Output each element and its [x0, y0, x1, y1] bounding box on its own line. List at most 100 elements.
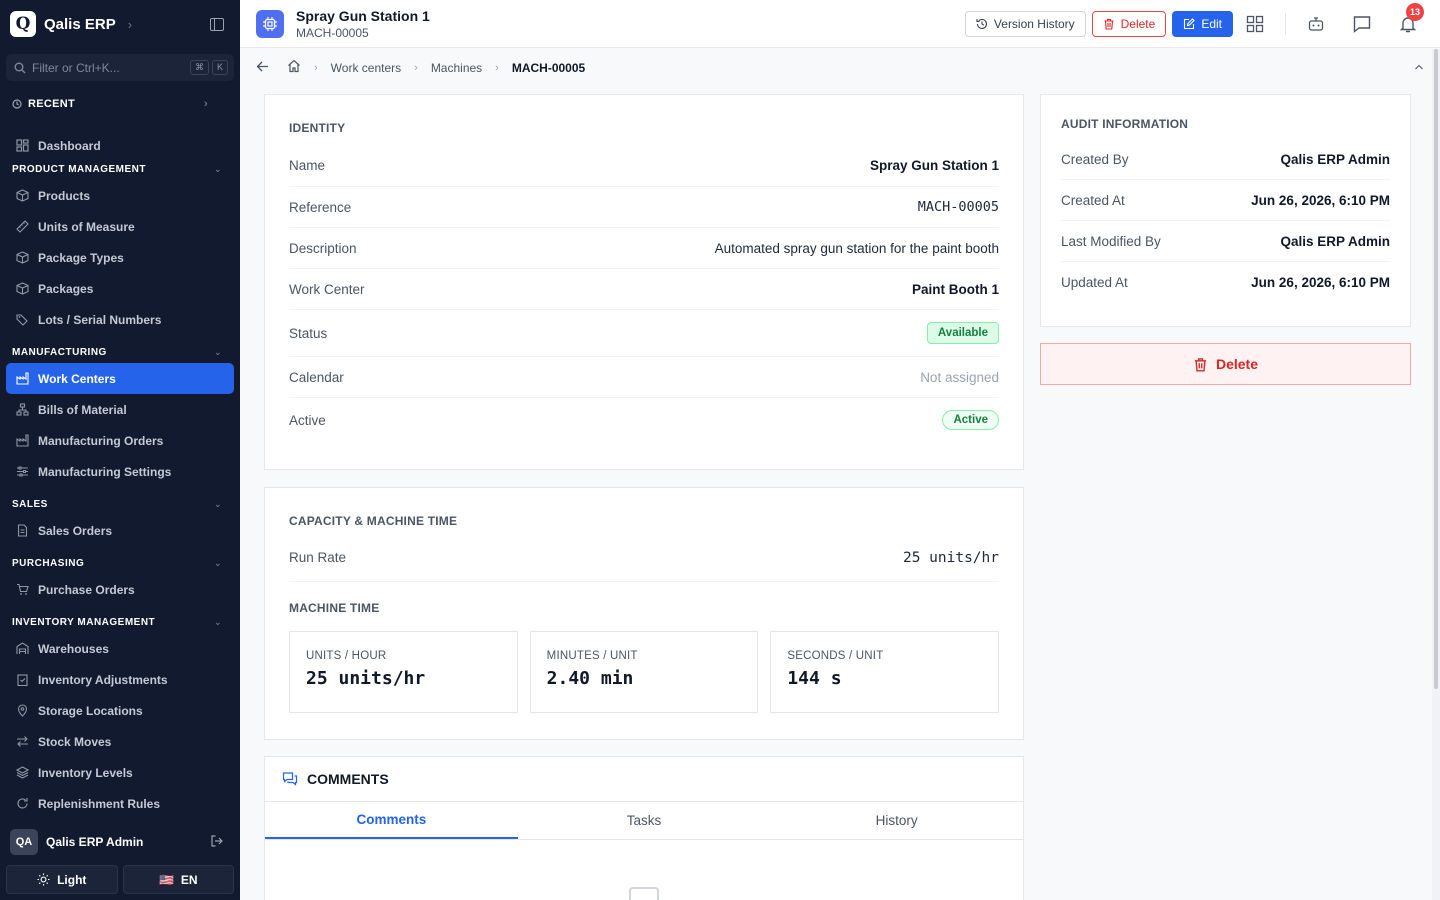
sidebar-item-purchase-orders[interactable]: Purchase Orders	[6, 574, 234, 605]
dashboard-icon	[15, 139, 29, 153]
field-label: Status	[289, 325, 328, 341]
sidebar-item-label: Dashboard	[38, 138, 101, 153]
audit-card: AUDIT INFORMATION Created By Qalis ERP A…	[1040, 94, 1411, 327]
bot-icon[interactable]	[1300, 8, 1332, 40]
box-icon	[15, 251, 29, 265]
sidebar-item-sales-orders[interactable]: Sales Orders	[6, 515, 234, 546]
sidebar-item-bills-of-material[interactable]: Bills of Material	[6, 394, 234, 425]
identity-card: IDENTITY Name Spray Gun Station 1 Refere…	[264, 94, 1024, 470]
search-input[interactable]: Filter or Ctrl+K... ⌘ K	[6, 54, 234, 81]
recent-toggle[interactable]: RECENT ›	[0, 90, 240, 118]
notifications-button[interactable]: 13	[1392, 2, 1424, 40]
tab-comments[interactable]: Comments	[265, 802, 518, 839]
sidebar-item-replenishment-rules[interactable]: Replenishment Rules	[6, 788, 234, 819]
logout-icon[interactable]	[210, 834, 224, 851]
sidebar-item-storage-locations[interactable]: Storage Locations	[6, 695, 234, 726]
section-purchasing[interactable]: PURCHASING ⌄	[0, 552, 240, 574]
chevron-down-icon: ⌄	[213, 498, 222, 509]
delete-record-button[interactable]: Delete	[1040, 343, 1411, 385]
sidebar-item-inventory-levels[interactable]: Inventory Levels	[6, 757, 234, 788]
section-manufacturing[interactable]: MANUFACTURING ⌄	[0, 341, 240, 363]
edit-button[interactable]: Edit	[1172, 10, 1233, 37]
field-value: Qalis ERP Admin	[1280, 151, 1390, 167]
page-scrollbar[interactable]	[1432, 49, 1440, 900]
sidebar-item-stock-moves[interactable]: Stock Moves	[6, 726, 234, 757]
chevron-up-icon[interactable]	[1414, 61, 1424, 75]
notification-count-badge: 13	[1406, 2, 1424, 21]
home-icon[interactable]	[287, 59, 301, 76]
section-sales[interactable]: SALES ⌄	[0, 493, 240, 515]
sidebar-item-units-of-measure[interactable]: Units of Measure	[6, 211, 234, 242]
sidebar-item-manufacturing-orders[interactable]: Manufacturing Orders	[6, 425, 234, 456]
sidebar-item-inventory-adjustments[interactable]: Inventory Adjustments	[6, 664, 234, 695]
comments-tabs: Comments Tasks History	[265, 802, 1023, 840]
sidebar-item-lots-serial-numbers[interactable]: Lots / Serial Numbers	[6, 304, 234, 335]
theme-toggle-button[interactable]: Light	[6, 865, 118, 894]
version-history-button[interactable]: Version History	[964, 10, 1086, 37]
chat-icon[interactable]	[1346, 8, 1378, 40]
chevron-down-icon: ⌄	[213, 163, 222, 174]
section-title: SALES	[12, 498, 48, 510]
comments-icon	[282, 772, 298, 786]
tab-history[interactable]: History	[770, 802, 1023, 839]
breadcrumb-machines[interactable]: Machines	[431, 61, 482, 75]
metric-units-per-hour: UNITS / HOUR 25 units/hr	[289, 631, 518, 713]
sidebar-item-products[interactable]: Products	[6, 180, 234, 211]
tab-tasks[interactable]: Tasks	[518, 802, 771, 839]
field-label: Name	[289, 158, 326, 173]
refresh-icon	[15, 797, 29, 811]
sidebar-item-package-types[interactable]: Package Types	[6, 242, 234, 273]
box-icon	[15, 282, 29, 296]
history-icon	[976, 18, 987, 29]
page-title: Spray Gun Station 1	[296, 7, 430, 24]
field-label: Reference	[289, 199, 352, 215]
sidebar-item-label: Packages	[38, 281, 94, 296]
field-value: Spray Gun Station 1	[869, 158, 999, 173]
field-label: Description	[289, 240, 357, 256]
breadcrumb-separator: ›	[314, 61, 318, 74]
us-flag-icon: 🇺🇸	[158, 872, 174, 887]
map-pin-icon	[15, 704, 29, 718]
sidebar-item-warehouses[interactable]: Warehouses	[6, 633, 234, 664]
field-created-by: Created By Qalis ERP Admin	[1061, 139, 1390, 180]
sidebar-item-dashboard[interactable]: Dashboard	[6, 130, 234, 161]
sidebar-item-label: Work Centers	[38, 371, 116, 386]
work-center-link[interactable]: Paint Booth 1	[912, 282, 999, 297]
recent-label: RECENT	[28, 98, 76, 110]
sidebar-item-manufacturing-settings[interactable]: Manufacturing Settings	[6, 456, 234, 487]
apps-grid-icon[interactable]	[1239, 8, 1271, 40]
section-inventory-management[interactable]: INVENTORY MANAGEMENT ⌄	[0, 611, 240, 633]
breadcrumb-work-centers[interactable]: Work centers	[331, 61, 401, 75]
sidebar-item-label: Storage Locations	[38, 703, 143, 718]
brand-name[interactable]: Qalis ERP	[44, 16, 116, 33]
search-placeholder: Filter or Ctrl+K...	[32, 60, 120, 75]
sidebar-item-work-centers[interactable]: Work Centers	[6, 363, 234, 394]
back-arrow-icon[interactable]	[256, 60, 269, 76]
user-profile[interactable]: QA Qalis ERP Admin	[0, 825, 240, 859]
sidebar-item-packages[interactable]: Packages	[6, 273, 234, 304]
brand-header: Q Qalis ERP ›	[0, 0, 240, 48]
edit-icon	[1184, 17, 1196, 29]
machine-time-metrics: UNITS / HOUR 25 units/hr MINUTES / UNIT …	[289, 631, 1000, 713]
capacity-section-title: CAPACITY & MACHINE TIME	[289, 514, 458, 528]
field-updated-at: Updated At Jun 26, 2026, 6:10 PM	[1061, 262, 1390, 303]
sidebar-item-label: Purchase Orders	[38, 582, 135, 597]
language-button[interactable]: 🇺🇸 EN	[122, 865, 234, 894]
field-label: Last Modified By	[1061, 233, 1161, 249]
brand-logo[interactable]: Q	[10, 11, 36, 37]
scrollbar-thumb[interactable]	[1434, 49, 1438, 689]
field-last-modified-by: Last Modified By Qalis ERP Admin	[1061, 221, 1390, 262]
section-title: MANUFACTURING	[12, 346, 107, 358]
chevron-down-icon: ⌄	[213, 557, 222, 568]
language-label: EN	[180, 872, 198, 887]
section-title: PURCHASING	[12, 557, 85, 569]
chevron-right-icon[interactable]: ›	[128, 17, 132, 32]
section-product-management[interactable]: PRODUCT MANAGEMENT ⌄	[0, 158, 240, 180]
delete-button[interactable]: Delete	[1091, 10, 1167, 37]
cart-icon	[15, 583, 29, 597]
sidebar-collapse-icon[interactable]	[210, 17, 224, 31]
theme-label: Light	[57, 872, 87, 887]
field-value: MACH-00005	[917, 199, 999, 215]
breadcrumb-current: MACH-00005	[511, 60, 586, 75]
hierarchy-icon	[15, 403, 29, 417]
